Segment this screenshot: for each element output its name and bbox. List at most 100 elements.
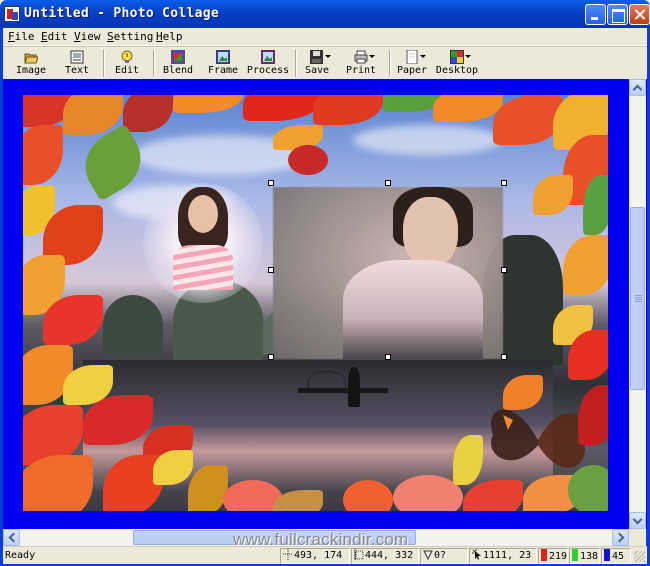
leaf bbox=[173, 95, 243, 113]
leaf bbox=[578, 385, 608, 445]
leaf bbox=[533, 175, 573, 215]
lightbulb-icon bbox=[120, 50, 134, 64]
toolbar-separator bbox=[389, 50, 391, 77]
red-swatch bbox=[541, 549, 547, 561]
cursor-value: 1111, 23 bbox=[483, 550, 532, 561]
app-icon[interactable] bbox=[4, 6, 20, 22]
scroll-left-button[interactable] bbox=[3, 529, 20, 546]
status-text: Ready bbox=[5, 550, 36, 561]
leaf bbox=[563, 235, 608, 295]
photo-woman-blouse bbox=[343, 260, 483, 359]
resize-handle-sw[interactable] bbox=[268, 354, 274, 360]
cursor-panel: 1111, 23 bbox=[469, 548, 537, 564]
position-value: 493, 174 bbox=[294, 550, 343, 561]
minimize-button[interactable] bbox=[585, 4, 606, 25]
cloud bbox=[353, 125, 503, 155]
menu-view[interactable]: View bbox=[74, 30, 101, 43]
green-swatch bbox=[572, 549, 578, 561]
size-panel: 444, 332 bbox=[351, 548, 419, 564]
resize-handle-s[interactable] bbox=[385, 354, 391, 360]
print-dropdown-arrow[interactable] bbox=[369, 55, 375, 58]
position-crosshair-icon bbox=[283, 549, 293, 560]
save-button[interactable]: Save bbox=[303, 48, 331, 79]
red-value: 219 bbox=[549, 551, 568, 562]
printer-icon bbox=[354, 50, 375, 64]
chevron-down-icon bbox=[632, 514, 643, 525]
vertical-scroll-thumb[interactable] bbox=[630, 207, 645, 390]
leaf bbox=[23, 455, 93, 511]
mountain bbox=[103, 295, 163, 355]
green-value: 138 bbox=[580, 551, 599, 562]
photo-woman-top bbox=[173, 245, 233, 290]
blue-channel-panel: 45 bbox=[601, 548, 631, 564]
scrollbar-corner bbox=[629, 529, 646, 546]
boat bbox=[298, 388, 388, 393]
size-box-icon bbox=[354, 549, 364, 560]
maximize-button[interactable] bbox=[607, 4, 628, 25]
vertical-scrollbar[interactable] bbox=[629, 79, 646, 529]
resize-handle-nw[interactable] bbox=[268, 180, 274, 186]
leaf bbox=[568, 465, 608, 511]
desktop-icon bbox=[450, 50, 471, 64]
scroll-right-button[interactable] bbox=[612, 529, 629, 546]
size-value: 444, 332 bbox=[365, 550, 414, 561]
blend-icon bbox=[171, 50, 185, 64]
paper-button[interactable]: Paper bbox=[396, 48, 428, 79]
save-dropdown-arrow[interactable] bbox=[325, 55, 331, 58]
process-button[interactable]: Process bbox=[246, 48, 290, 79]
title-bar[interactable]: Untitled - Photo Collage bbox=[0, 0, 650, 28]
text-button[interactable]: Text bbox=[61, 48, 93, 79]
resize-handle-ne[interactable] bbox=[501, 180, 507, 186]
resize-handle-w[interactable] bbox=[268, 267, 274, 273]
paper-dropdown-arrow[interactable] bbox=[420, 55, 426, 58]
resize-handle-se[interactable] bbox=[501, 354, 507, 360]
toolbar: Image Text Edit Blend Frame Process Save bbox=[3, 46, 647, 79]
grip-line bbox=[635, 297, 642, 298]
desktop-button[interactable]: Desktop bbox=[435, 48, 479, 79]
window-title: Untitled - Photo Collage bbox=[24, 6, 220, 21]
text-frame-icon bbox=[70, 50, 84, 64]
menu-bar: File Edit View Setting Help bbox=[3, 28, 647, 46]
menu-edit[interactable]: Edit bbox=[41, 30, 68, 43]
close-button[interactable] bbox=[629, 4, 650, 25]
leaf bbox=[313, 95, 383, 125]
leaf bbox=[243, 95, 323, 121]
grip-line bbox=[635, 295, 642, 296]
image-button[interactable]: Image bbox=[13, 48, 49, 79]
desktop-dropdown-arrow[interactable] bbox=[465, 55, 471, 58]
chevron-left-icon bbox=[8, 532, 19, 543]
angle-panel: 0? bbox=[420, 548, 468, 564]
resize-handle-n[interactable] bbox=[385, 180, 391, 186]
resize-handle-e[interactable] bbox=[501, 267, 507, 273]
leaf bbox=[288, 145, 328, 175]
angle-icon bbox=[423, 549, 433, 561]
toolbar-separator bbox=[295, 50, 297, 77]
resize-grip[interactable] bbox=[634, 551, 645, 562]
frame-button[interactable]: Frame bbox=[206, 48, 240, 79]
chevron-up-icon bbox=[632, 84, 643, 95]
floppy-disk-icon bbox=[310, 50, 331, 64]
menu-help[interactable]: Help bbox=[156, 30, 183, 43]
chevron-right-icon bbox=[614, 532, 625, 543]
blend-button[interactable]: Blend bbox=[161, 48, 195, 79]
print-button[interactable]: Print bbox=[345, 48, 377, 79]
blue-value: 45 bbox=[612, 551, 625, 562]
leaf bbox=[123, 95, 173, 132]
scroll-up-button[interactable] bbox=[629, 79, 646, 96]
leaf bbox=[433, 95, 503, 122]
cursor-pointer-icon bbox=[472, 549, 482, 560]
menu-setting[interactable]: Setting bbox=[107, 30, 153, 43]
grip-line bbox=[635, 301, 642, 302]
canvas-area[interactable] bbox=[3, 79, 647, 529]
collage-canvas[interactable] bbox=[23, 95, 608, 511]
process-icon bbox=[261, 50, 275, 64]
folder-open-icon bbox=[24, 50, 39, 64]
scroll-down-button[interactable] bbox=[629, 512, 646, 529]
edit-button[interactable]: Edit bbox=[111, 48, 143, 79]
toolbar-separator bbox=[103, 50, 105, 77]
toolbar-separator bbox=[153, 50, 155, 77]
frame-icon bbox=[216, 50, 230, 64]
green-channel-panel: 138 bbox=[569, 548, 600, 564]
grip-line bbox=[635, 299, 642, 300]
menu-file[interactable]: File bbox=[8, 30, 35, 43]
